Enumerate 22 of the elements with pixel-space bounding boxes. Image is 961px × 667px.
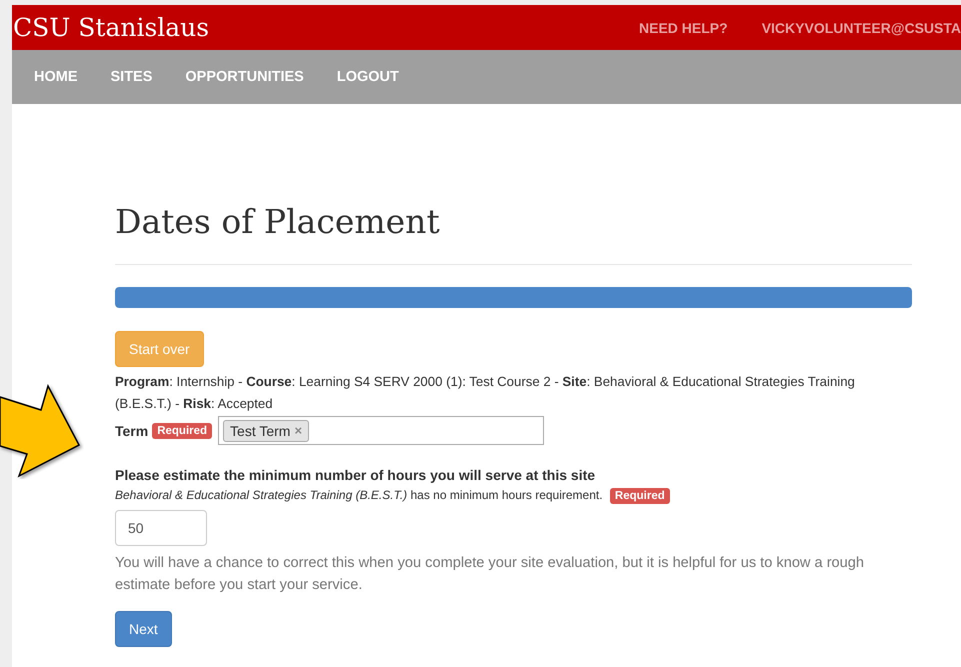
arrow-icon (0, 384, 80, 478)
required-tag: Required (610, 488, 670, 504)
hours-note: Behavioral & Educational Strategies Training (B.E.S.T.) has no minimum hours requirement. (115, 488, 603, 502)
start-over-button[interactable]: Start over (115, 331, 204, 367)
field-label: Term (115, 422, 148, 438)
term-tag: Test Term × (223, 420, 310, 442)
required-tag: Required (152, 422, 212, 438)
term-select[interactable]: Test Term × (218, 416, 544, 445)
brand-logo[interactable]: CSU Stanislaus (12, 13, 210, 42)
question-text: Please estimate the minimum number of hours you will serve at this site (115, 467, 596, 483)
remove-icon[interactable]: × (294, 423, 302, 438)
page-title: Dates of Placement (115, 202, 441, 242)
header-link[interactable]: NEED HELP? (639, 20, 728, 36)
nav-link[interactable]: SITES (110, 69, 152, 85)
nav-link[interactable]: OPPORTUNITIES (185, 69, 304, 85)
placement-summary: Program: Internship - Course: Learning S4 SERV 2000 (1): Test Course 2 - Site: Behavioral & Educational Strategies Training (B.E.S.T.) - Risk: Accepted (115, 373, 856, 413)
hours-input[interactable]: 50 (115, 510, 207, 546)
nav-link[interactable]: LOGOUT (336, 69, 399, 85)
header-link[interactable]: VICKYVOLUNTEER@CSUSTA (762, 20, 961, 36)
help-text: You will have a chance to correct this when you complete your site evaluation, but it is helpful for us to know a rough estimate before you start your service. (115, 554, 866, 595)
nav-link[interactable]: HOME (34, 69, 78, 85)
next-button[interactable]: Next (115, 611, 172, 647)
